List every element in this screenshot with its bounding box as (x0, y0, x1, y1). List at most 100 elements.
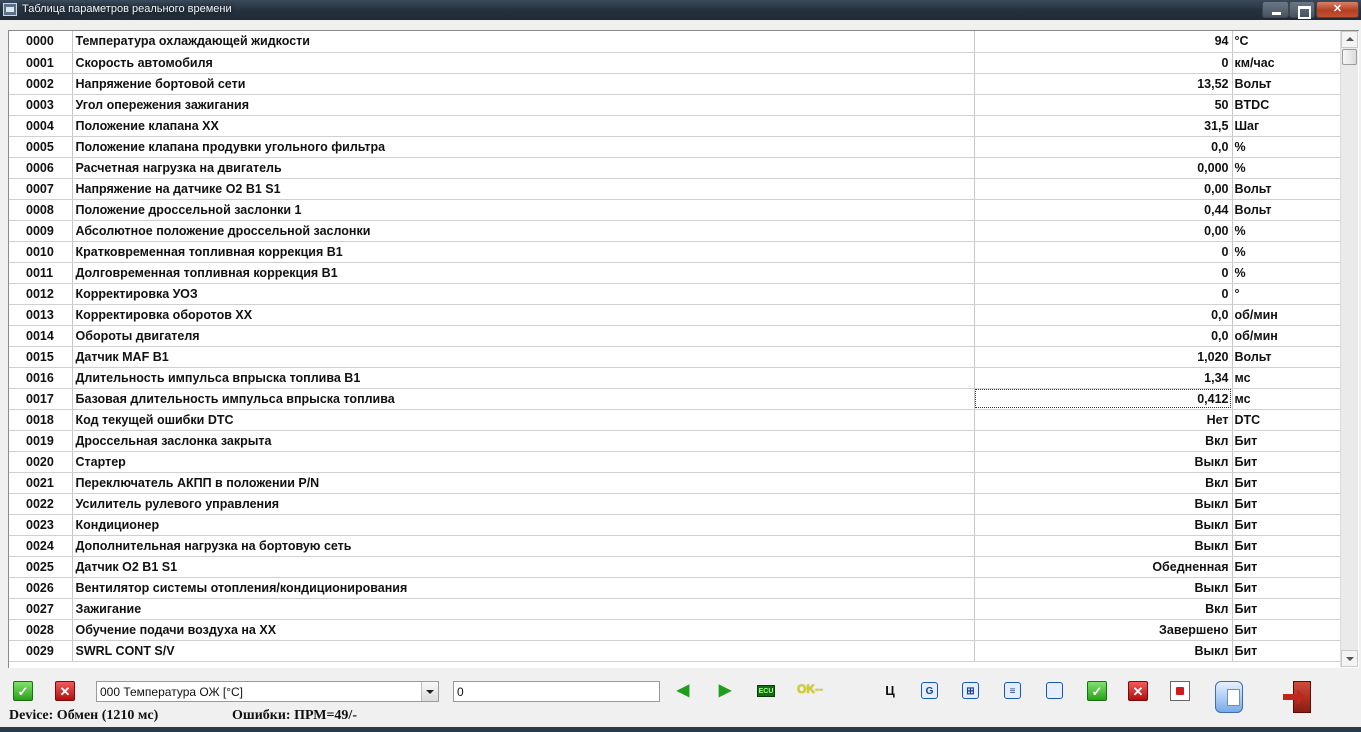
cancel-button[interactable]: ✕ (1128, 681, 1148, 701)
table-row[interactable]: 0017 Базовая длительность импульса впрыск… (9, 388, 1341, 410)
param-value-cell: Выкл (974, 535, 1233, 557)
param-unit-cell: Бит (1232, 556, 1341, 578)
table-row[interactable]: 0015 Датчик MAF B1 1,020 Вольт (9, 346, 1341, 368)
reject-button[interactable]: ✕ (55, 681, 75, 701)
accept-button[interactable]: ✓ (13, 681, 33, 701)
ecu-button[interactable]: ECU (757, 681, 777, 701)
param-name-cell: Дополнительная нагрузка на бортовую сеть (72, 535, 975, 557)
previous-button[interactable]: ◀ (673, 681, 693, 701)
table-row[interactable]: 0004 Положение клапана XX 31,5 Шаг (9, 115, 1341, 137)
param-unit-cell: DTC (1232, 409, 1341, 431)
confirm-button[interactable]: ✓ (1087, 681, 1107, 701)
table-row[interactable]: 0029 SWRL CONT S/V Выкл Бит (9, 640, 1341, 662)
table-row[interactable]: 0014 Обороты двигателя 0,0 об/мин (9, 325, 1341, 347)
table-row[interactable]: 0020 Стартер Выкл Бит (9, 451, 1341, 473)
table-row[interactable]: 0002 Напряжение бортовой сети 13,52 Вольт (9, 73, 1341, 95)
c-button[interactable]: Ц (880, 681, 900, 701)
param-value-cell: Выкл (974, 493, 1233, 515)
arrow-left-icon: ◀ (676, 682, 690, 699)
param-name-cell: Вентилятор системы отопления/кондиционир… (72, 577, 975, 599)
parameter-value-input[interactable] (453, 681, 660, 702)
table-row[interactable]: 0026 Вентилятор системы отопления/кондици… (9, 577, 1341, 599)
table-row[interactable]: 0010 Кратковременная топливная коррекция … (9, 241, 1341, 263)
table-row[interactable]: 0027 Зажигание Вкл Бит (9, 598, 1341, 620)
param-name-cell: Переключатель АКПП в положении P/N (72, 472, 975, 494)
table-row[interactable]: 0022 Усилитель рулевого управления Выкл Бит (9, 493, 1341, 515)
param-value-cell: 94 (974, 31, 1233, 53)
table-row[interactable]: 0012 Корректировка УОЗ 0 ° (9, 283, 1341, 305)
maximize-button[interactable] (1289, 1, 1315, 19)
table-row[interactable]: 0011 Долговременная топливная коррекция B… (9, 262, 1341, 284)
table-row[interactable]: 0023 Кондиционер Выкл Бит (9, 514, 1341, 536)
scroll-thumb[interactable] (1342, 49, 1357, 65)
list-view-button[interactable]: ≡ (1003, 681, 1023, 701)
next-button[interactable]: ▶ (715, 681, 735, 701)
param-code-cell: 0012 (9, 283, 73, 305)
table-row[interactable]: 0005 Положение клапана продувки угольного… (9, 136, 1341, 158)
grid-view-button[interactable]: ⊞ (961, 681, 981, 701)
table-row[interactable]: 0001 Скорость автомобиля 0 км/час (9, 52, 1341, 74)
record-button[interactable] (1170, 681, 1190, 701)
chevron-down-icon[interactable] (421, 682, 438, 701)
param-value-cell: 31,5 (974, 115, 1233, 137)
c-letter-icon: Ц (885, 683, 895, 698)
table-row[interactable]: 0018 Код текущей ошибки DTC Нет DTC (9, 409, 1341, 431)
param-value-cell: 50 (974, 94, 1233, 116)
scroll-down-button[interactable] (1341, 650, 1358, 667)
check-icon: ✓ (13, 681, 33, 701)
table-row[interactable]: 0007 Напряжение на датчике O2 B1 S1 0,00 Во… (9, 178, 1341, 200)
param-unit-cell: км/час (1232, 52, 1341, 74)
table-row[interactable]: 0006 Расчетная нагрузка на двигатель 0,000… (9, 157, 1341, 179)
table-row[interactable]: 0028 Обучение подачи воздуха на XX Заверше… (9, 619, 1341, 641)
minimize-button[interactable] (1262, 1, 1289, 18)
exit-arrow-icon (1283, 689, 1305, 705)
param-name-cell: SWRL CONT S/V (72, 640, 975, 662)
param-code-cell: 0010 (9, 241, 73, 263)
param-value-cell: 0,0 (974, 325, 1233, 347)
table-row[interactable]: 0024 Дополнительная нагрузка на бортовую … (9, 535, 1341, 557)
table-row[interactable]: 0016 Длительность импульса впрыска топлив… (9, 367, 1341, 389)
param-code-cell: 0029 (9, 640, 73, 662)
table-row[interactable]: 0019 Дроссельная заслонка закрыта Вкл Бит (9, 430, 1341, 452)
window-app-icon (3, 3, 17, 16)
param-value-cell: Выкл (974, 640, 1233, 662)
param-code-cell: 0024 (9, 535, 73, 557)
window-view-button[interactable] (1045, 681, 1065, 701)
table-row[interactable]: 0021 Переключатель АКПП в положении P/N Вк… (9, 472, 1341, 494)
vertical-scrollbar[interactable] (1340, 31, 1358, 667)
table-row[interactable]: 0000 Температура охлаждающей жидкости 94 °C (9, 31, 1341, 53)
realtime-parameters-window: Таблица параметров реального времени ✕ 0… (0, 0, 1361, 732)
table-row[interactable]: 0003 Угол опережения зажигания 50 BTDC (9, 94, 1341, 116)
param-code-cell: 0011 (9, 262, 73, 284)
param-code-cell: 0002 (9, 73, 73, 95)
param-value-cell: 0,000 (974, 157, 1233, 179)
record-icon (1170, 681, 1190, 701)
param-value-cell: 0,412 (974, 388, 1233, 410)
parameters-grid[interactable]: 0000 Температура охлаждающей жидкости 94 °C… (8, 30, 1359, 668)
param-unit-cell: мс (1232, 388, 1341, 410)
scroll-up-button[interactable] (1341, 31, 1358, 48)
param-name-cell: Корректировка УОЗ (72, 283, 975, 305)
param-value-cell: 0,44 (974, 199, 1233, 221)
param-unit-cell: об/мин (1232, 325, 1341, 347)
param-code-cell: 0009 (9, 220, 73, 242)
window-icon (1046, 682, 1063, 699)
param-code-cell: 0001 (9, 52, 73, 74)
parameter-select[interactable]: 000 Температура ОЖ [°C] (96, 681, 439, 702)
graph-button[interactable]: G (920, 681, 940, 701)
close-button[interactable]: ✕ (1316, 1, 1359, 18)
table-row[interactable]: 0009 Абсолютное положение дроссельной зас… (9, 220, 1341, 242)
table-row[interactable]: 0008 Положение дроссельной заслонки 1 0,44… (9, 199, 1341, 221)
param-code-cell: 0028 (9, 619, 73, 641)
taskbar-edge (0, 727, 1361, 732)
param-name-cell: Долговременная топливная коррекция B1 (72, 262, 975, 284)
param-code-cell: 0027 (9, 598, 73, 620)
param-value-cell: Выкл (974, 577, 1233, 599)
table-row[interactable]: 0025 Датчик O2 B1 S1 Обедненная Бит (9, 556, 1341, 578)
list-icon: ≡ (1004, 682, 1021, 699)
param-value-cell: 1,020 (974, 346, 1233, 368)
table-row[interactable]: 0013 Корректировка оборотов XX 0,0 об/мин (9, 304, 1341, 326)
param-code-cell: 0016 (9, 367, 73, 389)
parameter-select-value: 000 Температура ОЖ [°C] (100, 685, 243, 699)
param-unit-cell: Бит (1232, 451, 1341, 473)
